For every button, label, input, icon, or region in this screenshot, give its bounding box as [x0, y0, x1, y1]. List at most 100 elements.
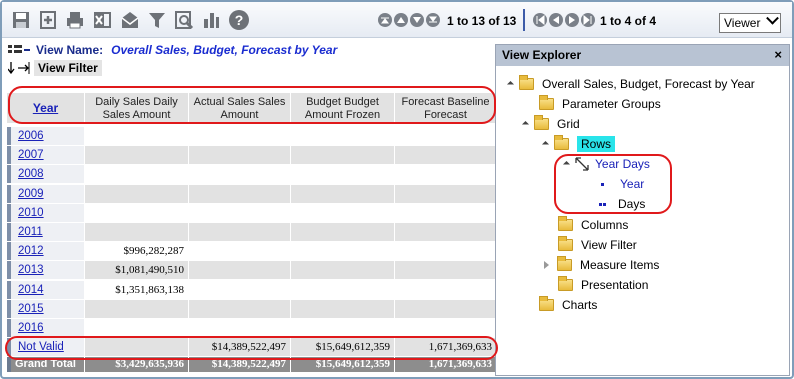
table-row: 2008 — [7, 165, 497, 184]
tree-item-presentation[interactable]: Presentation — [558, 276, 648, 294]
close-icon[interactable]: × — [774, 47, 782, 62]
find-icon[interactable] — [173, 9, 195, 31]
table-cell — [395, 261, 497, 280]
expand-icon[interactable] — [506, 80, 515, 88]
folder-icon — [558, 276, 573, 291]
next-cols-icon[interactable] — [565, 13, 579, 27]
table-cell — [189, 127, 291, 145]
swap-axes-icon[interactable] — [8, 62, 30, 74]
table-cell — [395, 242, 497, 261]
grid-layout-icon[interactable] — [8, 45, 30, 55]
year-link[interactable]: 2009 — [7, 184, 85, 203]
table-cell — [291, 165, 395, 184]
filter-icon[interactable] — [146, 9, 168, 31]
next-rows-icon[interactable] — [410, 13, 424, 27]
year-link[interactable]: 2008 — [7, 165, 85, 184]
table-cell — [395, 299, 497, 318]
folder-icon — [534, 115, 549, 130]
toolbar: ? 1 to 13 of 13 1 to 4 of 4 Viewer — [2, 2, 792, 38]
folder-icon — [519, 75, 534, 90]
expand-icon[interactable] — [521, 120, 530, 128]
separator — [523, 9, 525, 31]
expand-icon[interactable] — [541, 140, 550, 148]
tree-label: Measure Items — [580, 258, 660, 272]
table-row: 2010 — [7, 203, 497, 222]
tree-item-columns[interactable]: Columns — [558, 216, 628, 234]
year-link[interactable]: 2012 — [7, 242, 85, 261]
table-cell — [291, 184, 395, 203]
view-explorer-header: View Explorer × — [496, 45, 789, 66]
email-icon[interactable] — [119, 9, 141, 31]
table-row: 2007 — [7, 146, 497, 165]
folder-icon — [558, 216, 573, 231]
table-cell — [395, 280, 497, 299]
table-cell — [291, 242, 395, 261]
tree-item-measure-items[interactable]: Measure Items — [544, 256, 659, 274]
tree-item-view-filter[interactable]: View Filter — [558, 236, 637, 254]
table-cell — [395, 146, 497, 165]
table-cell — [291, 203, 395, 222]
viewer-select[interactable]: Viewer — [719, 11, 781, 33]
table-row: 2006 — [7, 127, 497, 145]
rows-paging-text: 1 to 13 of 13 — [447, 14, 517, 28]
tree-item-rows[interactable]: Rows — [541, 135, 616, 153]
table-cell: $996,282,287 — [85, 242, 189, 261]
table-cell — [291, 299, 395, 318]
table-cell — [291, 319, 395, 337]
last-cols-icon[interactable] — [581, 13, 595, 27]
table-cell — [395, 165, 497, 184]
year-link[interactable]: 2014 — [7, 280, 85, 299]
view-name-row: View Name: Overall Sales, Budget, Foreca… — [8, 42, 337, 58]
tree-label: Overall Sales, Budget, Forecast by Year — [542, 77, 755, 91]
table-cell — [291, 146, 395, 165]
tree-label: Parameter Groups — [562, 97, 661, 111]
not-valid-callout — [5, 336, 498, 360]
table-cell — [395, 223, 497, 241]
table-cell — [395, 184, 497, 203]
table-row: 2014 $1,351,863,138 — [7, 280, 497, 299]
year-link[interactable]: 2007 — [7, 146, 85, 165]
tree-label: Rows — [577, 136, 616, 152]
prev-rows-icon[interactable] — [394, 13, 408, 27]
add-icon[interactable] — [37, 9, 59, 31]
year-link[interactable]: 2016 — [7, 319, 85, 337]
table-cell — [189, 280, 291, 299]
prev-cols-icon[interactable] — [549, 13, 563, 27]
help-icon[interactable]: ? — [228, 9, 250, 31]
first-rows-icon[interactable] — [378, 13, 392, 27]
table-cell — [85, 184, 189, 203]
tree-item-charts[interactable]: Charts — [539, 296, 597, 314]
print-icon[interactable] — [64, 9, 86, 31]
tree-item-root[interactable]: Overall Sales, Budget, Forecast by Year — [506, 75, 755, 93]
year-link[interactable]: 2013 — [7, 261, 85, 280]
year-days-callout — [554, 154, 672, 214]
table-cell — [85, 165, 189, 184]
table-cell — [189, 261, 291, 280]
view-filter-button[interactable]: View Filter — [34, 60, 102, 76]
table-cell — [85, 299, 189, 318]
table-cell — [85, 146, 189, 165]
table-row: 2012 $996,282,287 — [7, 242, 497, 261]
svg-text:?: ? — [235, 12, 244, 28]
save-icon[interactable] — [10, 9, 32, 31]
table-cell — [189, 184, 291, 203]
table-cell — [85, 319, 189, 337]
tree-label: Presentation — [581, 278, 649, 292]
collapse-icon[interactable] — [544, 261, 549, 269]
tree-item-grid[interactable]: Grid — [521, 115, 580, 133]
year-link[interactable]: 2011 — [7, 223, 85, 241]
tree-item-parameter-groups[interactable]: Parameter Groups — [539, 95, 661, 113]
header-callout — [8, 86, 496, 124]
year-link[interactable]: 2006 — [7, 127, 85, 145]
last-rows-icon[interactable] — [426, 13, 440, 27]
table-row: 2011 — [7, 223, 497, 241]
view-explorer-title: View Explorer — [502, 48, 582, 62]
table-cell — [291, 280, 395, 299]
tree-label: Grid — [557, 117, 580, 131]
first-cols-icon[interactable] — [533, 13, 547, 27]
excel-icon[interactable] — [91, 9, 113, 31]
year-link[interactable]: 2015 — [7, 299, 85, 318]
year-link[interactable]: 2010 — [7, 203, 85, 222]
chart-icon[interactable] — [200, 9, 222, 31]
table-cell — [85, 127, 189, 145]
